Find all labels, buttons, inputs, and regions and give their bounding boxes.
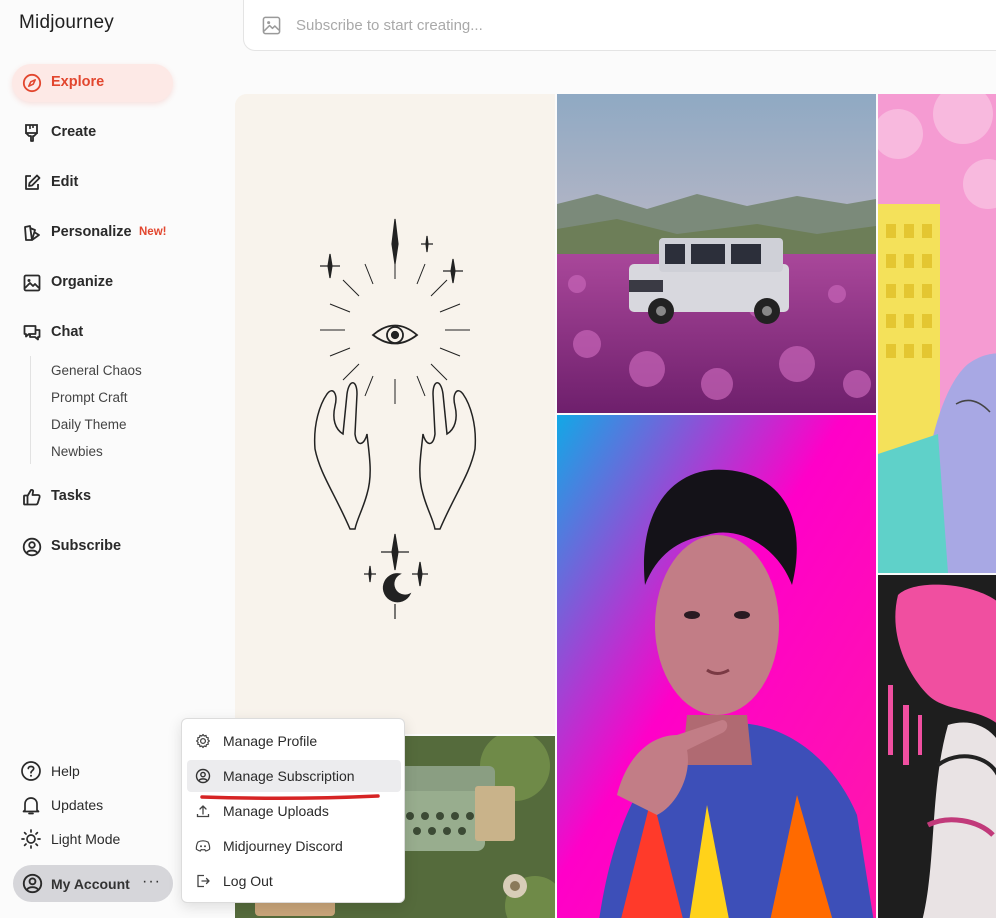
suv-field-artwork: [557, 94, 876, 413]
annotation-underline: [200, 794, 380, 801]
light-mode-label: Light Mode: [51, 831, 121, 847]
gallery-image-neon-portrait[interactable]: [557, 415, 876, 918]
user-circle-icon: [195, 768, 211, 784]
sun-icon: [21, 829, 41, 849]
mystic-eye-artwork: [235, 94, 555, 734]
edit-icon: [25, 174, 41, 190]
my-account-label: My Account: [51, 876, 130, 892]
menu-item-midjourney-discord[interactable]: Midjourney Discord: [187, 830, 401, 862]
menu-item-label: Manage Profile: [223, 733, 318, 749]
nav-chat-label: Chat: [51, 324, 84, 340]
light-mode-toggle[interactable]: Light Mode: [20, 826, 120, 852]
search-bar[interactable]: [243, 0, 996, 51]
compass-icon: [22, 73, 42, 93]
upload-icon: [196, 805, 210, 818]
discord-icon: [195, 840, 211, 852]
menu-item-label: Log Out: [223, 873, 273, 889]
chat-icon: [23, 325, 41, 341]
gallery-image-suv-field[interactable]: [557, 94, 876, 413]
chat-room-item[interactable]: Daily Theme: [51, 417, 127, 432]
image-icon: [23, 274, 41, 292]
nav-edit-label: Edit: [51, 174, 79, 190]
user-circle-icon: [22, 873, 43, 894]
brush-icon: [25, 124, 38, 142]
nav-personalize[interactable]: Personalize New!: [12, 214, 173, 252]
nav-tasks[interactable]: Tasks: [12, 478, 173, 516]
my-account-button[interactable]: My Account ···: [13, 865, 173, 902]
anime-cat-artwork: [878, 94, 996, 573]
new-badge: New!: [139, 226, 167, 238]
menu-item-label: Manage Subscription: [223, 768, 355, 784]
more-options-icon[interactable]: ···: [142, 873, 161, 891]
menu-item-manage-profile[interactable]: Manage Profile: [187, 725, 401, 757]
nav-create-label: Create: [51, 124, 97, 140]
nav-subscribe-label: Subscribe: [51, 538, 122, 554]
updates-link[interactable]: Updates: [20, 792, 103, 818]
user-circle-icon: [22, 537, 42, 557]
gallery-image-mystic-eye[interactable]: [235, 94, 555, 734]
account-menu: Manage Profile Manage Subscription Manag…: [181, 718, 405, 903]
logout-icon: [197, 874, 210, 888]
nav-organize-label: Organize: [51, 274, 114, 290]
paint-portrait-artwork: [878, 575, 996, 918]
nav-chat[interactable]: Chat: [12, 314, 173, 352]
menu-item-log-out[interactable]: Log Out: [187, 865, 401, 897]
chat-room-item[interactable]: Prompt Craft: [51, 390, 128, 405]
nav-explore[interactable]: Explore: [12, 64, 173, 102]
gear-icon: [196, 733, 210, 749]
nav-subscribe[interactable]: Subscribe: [12, 528, 173, 566]
thumbs-up-icon: [23, 488, 41, 506]
personalize-icon: [24, 225, 40, 241]
chat-room-item[interactable]: Newbies: [51, 444, 103, 459]
updates-label: Updates: [51, 797, 104, 813]
help-label: Help: [51, 763, 80, 779]
chat-rooms-list: General Chaos Prompt Craft Daily Theme N…: [30, 356, 170, 464]
help-link[interactable]: Help: [20, 758, 80, 784]
app-logo[interactable]: Midjourney: [19, 12, 114, 34]
nav-personalize-label: Personalize: [51, 224, 132, 240]
gallery-image-anime-cat[interactable]: [878, 94, 996, 573]
neon-portrait-artwork: [557, 415, 876, 918]
nav-create[interactable]: Create: [12, 114, 173, 152]
help-icon: [21, 761, 41, 781]
menu-item-label: Manage Uploads: [223, 803, 329, 819]
chat-room-item[interactable]: General Chaos: [51, 363, 142, 378]
nav-edit[interactable]: Edit: [12, 164, 173, 202]
nav-tasks-label: Tasks: [51, 488, 92, 504]
nav-explore-label: Explore: [51, 74, 105, 90]
nav-organize[interactable]: Organize: [12, 264, 173, 302]
image-upload-icon[interactable]: [262, 16, 281, 35]
menu-item-manage-subscription[interactable]: Manage Subscription: [187, 760, 401, 792]
prompt-input[interactable]: [296, 14, 896, 36]
gallery-image-paint-portrait[interactable]: [878, 575, 996, 918]
menu-item-label: Midjourney Discord: [223, 838, 343, 854]
bell-icon: [22, 797, 40, 815]
